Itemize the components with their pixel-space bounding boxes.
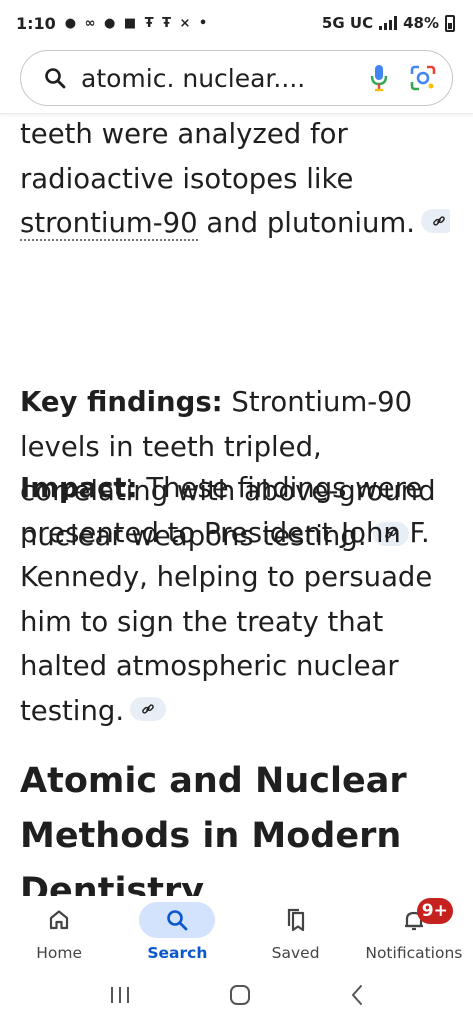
battery-level: 48% [403, 14, 439, 32]
bottom-navigation: Home Search Saved 9+ Notifications [0, 896, 473, 970]
home-icon [21, 902, 97, 938]
back-button[interactable] [350, 984, 364, 1010]
paragraph-analysis: teeth were analyzed for radioactive isot… [20, 114, 450, 246]
impact-label: Impact: [20, 472, 138, 504]
search-query[interactable]: atomic. nuclear.... [81, 64, 370, 93]
paragraph-impact: Impact: These findings were presented to… [20, 466, 450, 733]
nav-saved[interactable]: Saved [237, 896, 355, 970]
system-navigation [0, 970, 473, 1024]
nav-notifications[interactable]: 9+ Notifications [355, 896, 473, 970]
battery-icon [445, 14, 455, 32]
nav-saved-label: Saved [271, 944, 320, 962]
search-header: atomic. nuclear.... [0, 46, 473, 114]
recent-apps-button[interactable] [109, 985, 131, 1009]
source-link-icon[interactable] [421, 209, 450, 233]
search-icon [43, 66, 67, 90]
nav-search[interactable]: Search [118, 896, 236, 970]
status-right: 5G UC 48% [322, 14, 455, 32]
signal-icon [379, 16, 398, 30]
article-content: teeth were analyzed for radioactive isot… [20, 114, 450, 896]
mic-icon[interactable] [370, 64, 388, 92]
search-bar[interactable]: atomic. nuclear.... [20, 50, 453, 106]
status-bar: 1:10 ● ∞ ● ■ Ŧ Ŧ ⨯ • 5G UC 48% [0, 0, 473, 46]
paragraph-text: teeth were analyzed for radioactive isot… [20, 118, 354, 195]
notification-icons: ● ∞ ● ■ Ŧ Ŧ ⨯ • [64, 15, 210, 31]
bookmarks-icon [258, 902, 334, 938]
nav-home[interactable]: Home [0, 896, 118, 970]
network-type: 5G UC [321, 14, 374, 32]
status-time: 1:10 [16, 13, 56, 33]
key-findings-label: Key findings: [20, 386, 223, 418]
nav-search-label: Search [147, 944, 208, 962]
status-left: 1:10 ● ∞ ● ■ Ŧ Ŧ ⨯ • [16, 14, 209, 33]
nav-notifications-label: Notifications [365, 944, 463, 962]
nav-home-label: Home [36, 944, 83, 962]
notification-badge: 9+ [416, 898, 453, 924]
paragraph-text: These findings were presented to Preside… [20, 472, 433, 727]
home-button[interactable] [229, 984, 251, 1010]
strontium-link[interactable]: strontium-90 [20, 207, 198, 241]
lens-icon[interactable] [410, 65, 436, 91]
paragraph-text: and plutonium. [197, 207, 416, 239]
source-link-icon[interactable] [130, 696, 167, 721]
section-heading: Atomic and Nuclear Methods in Modern Den… [20, 761, 407, 896]
search-icon [139, 902, 216, 938]
